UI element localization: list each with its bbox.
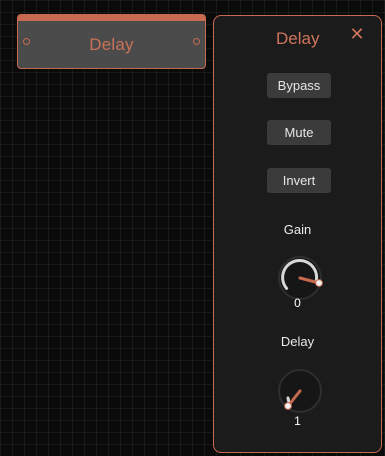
close-icon[interactable]: ✕ [348, 25, 366, 43]
invert-button[interactable]: Invert [267, 168, 331, 193]
node-properties-panel: Delay ✕ Bypass Mute Invert Gain 0 Delay … [213, 15, 382, 453]
output-port-icon[interactable] [193, 38, 200, 45]
node-header-bar [18, 15, 205, 21]
delay-value: 1 [294, 414, 301, 428]
gain-label: Gain [283, 222, 312, 237]
delay-knob-handle[interactable] [284, 402, 292, 410]
delay-knob-track [286, 396, 291, 404]
gain-value: 0 [294, 296, 301, 310]
panel-title: Delay [276, 29, 320, 48]
gain-knob-handle[interactable] [315, 279, 323, 287]
delay-label: Delay [280, 334, 315, 349]
bypass-button[interactable]: Bypass [267, 73, 331, 98]
delay-knob[interactable] [275, 366, 325, 416]
mute-button[interactable]: Mute [267, 120, 331, 145]
node-title: Delay [89, 35, 134, 54]
delay-node[interactable]: Delay [17, 14, 206, 69]
